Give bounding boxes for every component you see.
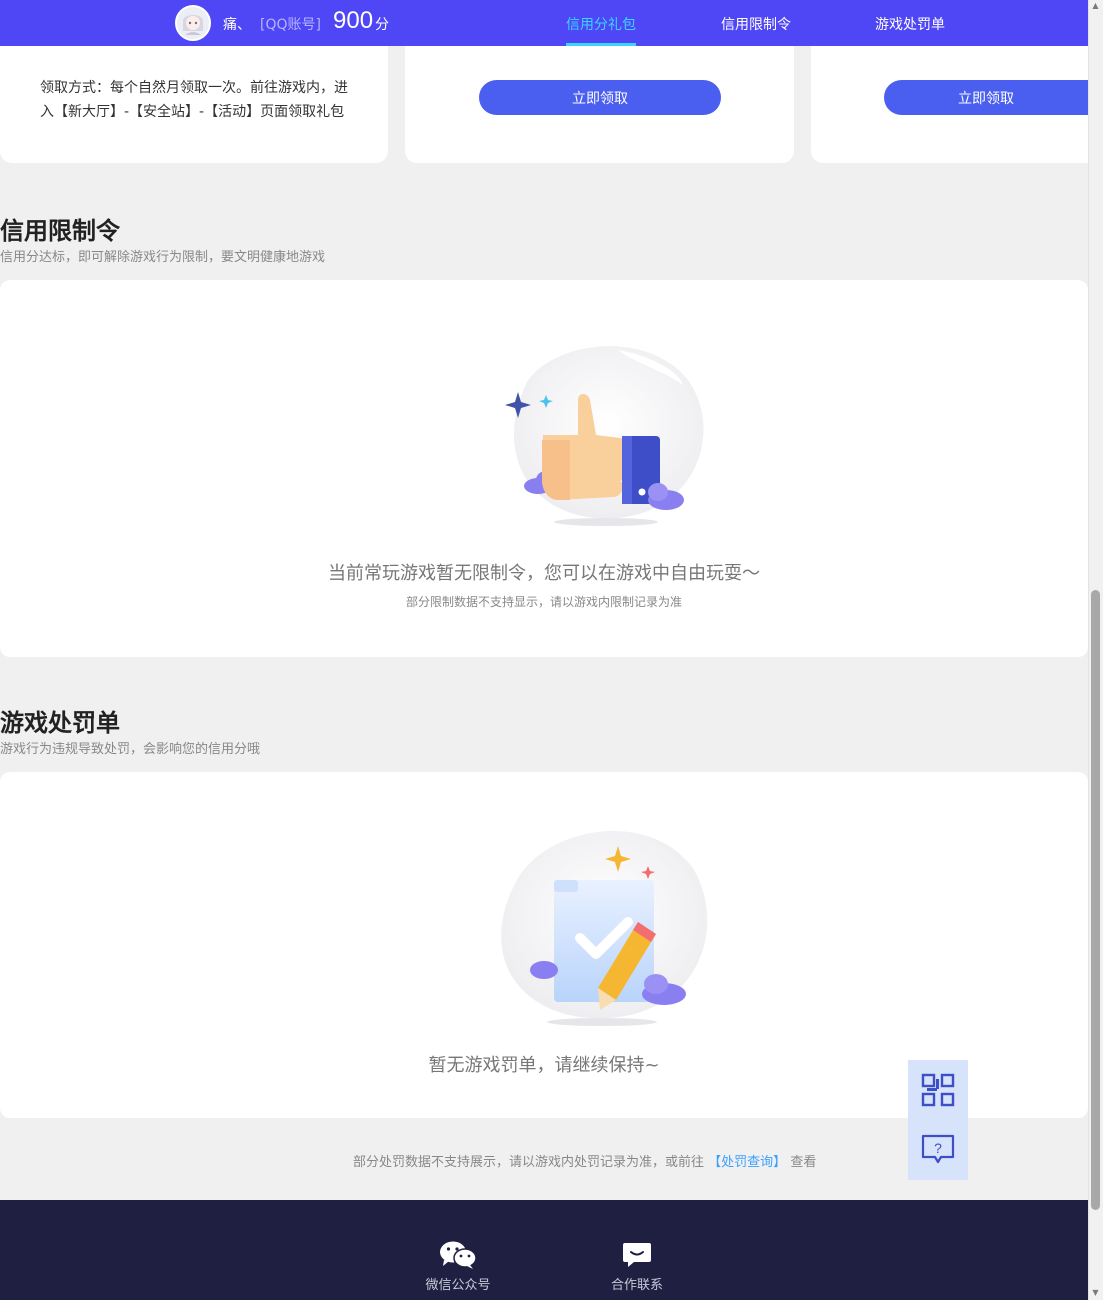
tab-credit-gift[interactable]: 信用分礼包: [566, 14, 636, 34]
scroll-up-arrow[interactable]: ▲: [1091, 2, 1100, 10]
claim-button-1[interactable]: 立即领取: [479, 80, 721, 115]
svg-text:?: ?: [934, 1140, 942, 1156]
footnote-suffix: 查看: [790, 1155, 817, 1170]
qr-code-button[interactable]: [908, 1060, 968, 1120]
footnote-text: 部分处罚数据不支持展示，请以游戏内处罚记录为准，或前往: [353, 1155, 705, 1170]
penalty-section-subtitle: 游戏行为违规导致处罚，会影响您的信用分哦: [0, 742, 261, 757]
penalty-footnote: 部分处罚数据不支持展示，请以游戏内处罚记录为准，或前往 【处罚查询】 查看: [353, 1151, 816, 1170]
scrollbar-thumb[interactable]: [1091, 590, 1100, 1210]
credit-score: 900: [333, 7, 374, 34]
avatar[interactable]: [175, 5, 211, 41]
help-chat-icon: ?: [921, 1134, 955, 1164]
footer: 微信公众号 合作联系: [0, 1200, 1088, 1300]
penalty-query-link[interactable]: 【处罚查询】: [708, 1155, 786, 1170]
qr-code-icon: [921, 1073, 955, 1107]
checklist-illustration: [501, 830, 708, 1026]
tab-restriction[interactable]: 信用限制令: [721, 14, 791, 34]
restriction-empty-message: 当前常玩游戏暂无限制令，您可以在游戏中自由玩耍～: [328, 563, 760, 584]
wechat-official-account[interactable]: 微信公众号: [413, 1240, 503, 1293]
wechat-label: 微信公众号: [425, 1278, 491, 1293]
restriction-empty-note: 部分限制数据不支持显示，请以游戏内限制记录为准: [405, 595, 682, 609]
wechat-icon: [440, 1241, 477, 1269]
restriction-section-subtitle: 信用分达标，即可解除游戏行为限制，要文明健康地游戏: [0, 250, 326, 265]
restriction-section-title: 信用限制令: [0, 217, 120, 245]
contact-label: 合作联系: [610, 1278, 663, 1293]
top-nav-bar: 痛、 [QQ账号] 900 分 信用分礼包 信用限制令 游戏处罚单: [0, 0, 1088, 46]
scroll-down-arrow[interactable]: ▼: [1091, 1289, 1100, 1297]
claim-button-2[interactable]: 立即领取: [884, 80, 1088, 115]
tab-penalty[interactable]: 游戏处罚单: [875, 14, 945, 34]
penalty-section-title: 游戏处罚单: [0, 709, 120, 737]
help-button[interactable]: ?: [908, 1120, 968, 1180]
message-icon: [623, 1243, 651, 1267]
thumbs-up-illustration: [505, 346, 704, 526]
credit-score-unit: 分: [375, 17, 389, 33]
account-type-label: [QQ账号]: [260, 17, 321, 33]
business-contact[interactable]: 合作联系: [592, 1240, 682, 1293]
gift-claim-description: 领取方式：每个自然月领取一次。前往游戏内，进入【新大厅】-【安全站】-【活动】页…: [40, 80, 348, 120]
user-name: 痛、: [223, 17, 251, 33]
